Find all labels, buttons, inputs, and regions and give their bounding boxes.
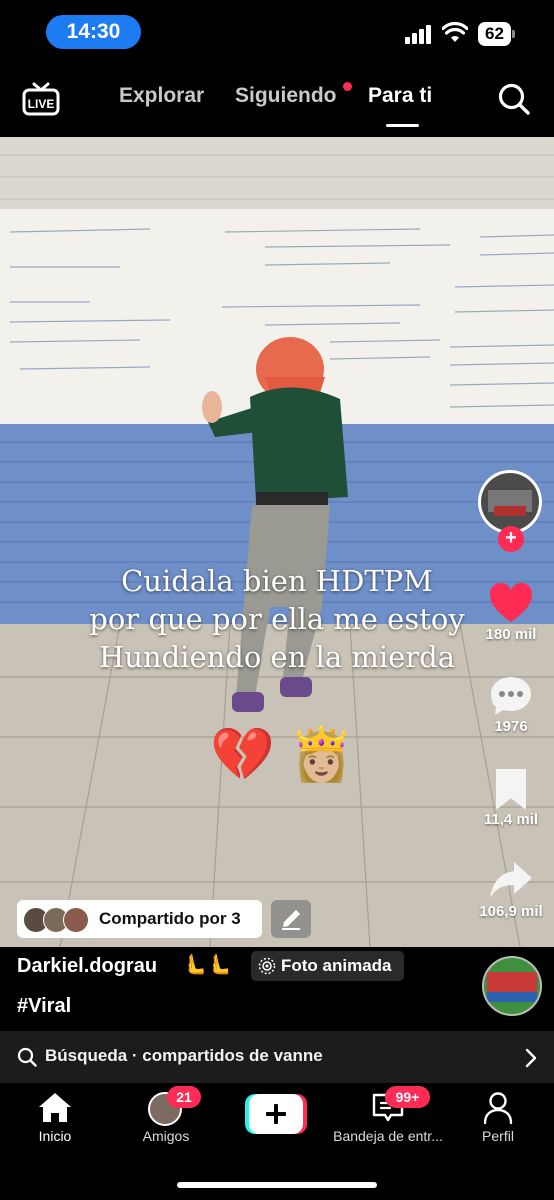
avatar-image (481, 473, 539, 531)
profile-icon[interactable] (482, 1091, 514, 1125)
comment-icon[interactable] (488, 673, 534, 719)
create-button[interactable] (245, 1094, 307, 1134)
tab-siguiendo[interactable]: Siguiendo (235, 84, 337, 108)
pencil-icon (282, 910, 300, 930)
related-search-bar[interactable]: Búsqueda · compartidos de vanne (0, 1031, 554, 1083)
shared-by-pill[interactable]: Compartido por 3 (17, 900, 262, 938)
foto-animada-chip[interactable]: Foto animada (251, 951, 404, 981)
nav-amigos-label[interactable]: Amigos (111, 1128, 221, 1144)
follow-plus-icon[interactable]: + (498, 526, 524, 552)
chevron-right-icon (525, 1048, 537, 1068)
post-username[interactable]: Darkiel.dograu (17, 955, 157, 978)
music-disc[interactable] (482, 956, 542, 1016)
share-count: 106,9 mil (479, 903, 543, 920)
edit-button[interactable] (271, 900, 311, 938)
related-search-text: Búsqueda · compartidos de vanne (45, 1046, 323, 1065)
live-icon[interactable]: LIVE (22, 82, 60, 116)
search-icon[interactable] (497, 82, 531, 116)
video-caption: Cuidala bien HDTPM por que por ella me e… (0, 562, 554, 676)
caption-line-3: Hundiendo en la mierda (98, 640, 456, 674)
username-emojis: 🫷🫷 (182, 954, 232, 976)
search-small-icon (17, 1047, 37, 1067)
tab-explorar[interactable]: Explorar (119, 84, 204, 108)
comment-count: 1976 (494, 718, 528, 735)
like-count: 180 mil (485, 626, 537, 643)
music-cover-image (482, 956, 542, 1016)
friends-badge: 21 (167, 1086, 201, 1108)
home-indicator (177, 1182, 377, 1188)
share-icon[interactable] (488, 858, 534, 904)
live-photo-icon (258, 957, 276, 975)
nav-inicio-label[interactable]: Inicio (0, 1128, 110, 1144)
notification-dot (343, 82, 352, 91)
nav-bandeja-label[interactable]: Bandeja de entr... (330, 1128, 446, 1144)
nav-perfil-label[interactable]: Perfil (443, 1128, 553, 1144)
battery-icon: 62 (478, 22, 516, 46)
creator-avatar[interactable] (478, 470, 542, 534)
active-tab-indicator (386, 124, 419, 127)
status-time: 14:30 (46, 15, 141, 49)
wifi-icon (442, 22, 468, 42)
plus-icon (266, 1104, 286, 1124)
chip-label: Foto animada (281, 956, 392, 975)
heart-icon[interactable] (488, 580, 534, 626)
post-hashtag[interactable]: #Viral (17, 995, 71, 1018)
caption-line-1: Cuidala bien HDTPM (121, 564, 433, 598)
battery-level: 62 (485, 24, 504, 43)
time-text: 14:30 (66, 20, 121, 43)
home-icon[interactable] (37, 1091, 73, 1124)
bookmark-icon[interactable] (488, 766, 534, 812)
svg-text:LIVE: LIVE (28, 97, 55, 111)
shared-by-label: Compartido por 3 (99, 909, 241, 928)
caption-emojis: 💔 👸🏼 (210, 726, 354, 784)
shared-avatar-3 (63, 907, 89, 933)
inbox-badge: 99+ (385, 1086, 430, 1108)
tab-para-ti[interactable]: Para ti (368, 84, 432, 108)
save-count: 11,4 mil (483, 811, 539, 828)
cellular-signal-icon (405, 25, 431, 44)
